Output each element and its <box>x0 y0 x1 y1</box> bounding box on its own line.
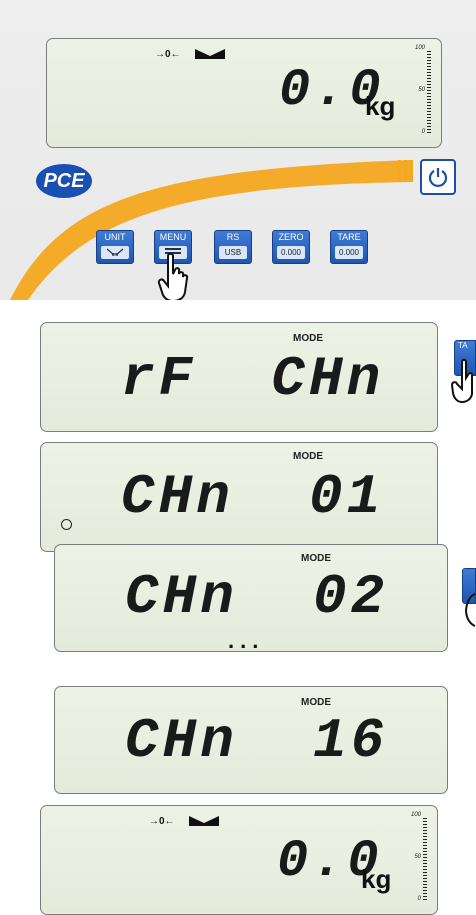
power-button[interactable] <box>420 159 456 195</box>
capacity-bargraph: 100 50 0 <box>401 43 441 143</box>
rs-usb-key[interactable]: RS USB <box>214 230 252 264</box>
zero-indicator: →0← <box>149 816 175 827</box>
weight-display: →0← 0.0 kg 100 50 0 <box>46 38 442 148</box>
mode-screen-rf-chn: MODE rF CHn <box>40 322 438 432</box>
mode-reading: CHn 01 <box>121 465 385 529</box>
unit-label: kg <box>361 864 392 894</box>
unit-arrows-icon <box>106 248 124 256</box>
ellipsis: ... <box>228 628 265 653</box>
stable-indicator-icon <box>189 816 219 826</box>
capacity-bargraph: 100 50 0 <box>397 810 437 910</box>
zero-indicator: →0← <box>155 49 181 60</box>
mode-reading: CHn 02 <box>125 565 389 629</box>
mode-screen-chn-01: MODE CHn 01 <box>40 442 438 552</box>
zero-key[interactable]: ZERO 0.000 <box>272 230 310 264</box>
pointing-hand-icon-side-2 <box>464 593 476 627</box>
mode-reading: rF CHn <box>121 347 385 411</box>
mode-screen-chn-16: MODE CHn 16 <box>54 686 448 794</box>
mode-label: MODE <box>293 451 323 462</box>
weight-display-bottom: →0← 0.0 kg 100 50 0 <box>40 805 438 915</box>
power-icon <box>428 168 448 188</box>
pointing-hand-icon-side <box>450 358 474 404</box>
scale-control-panel: →0← 0.0 kg 100 50 0 PCE UNIT MENU RS USB… <box>0 0 476 300</box>
stable-indicator-icon <box>195 49 225 59</box>
unit-key[interactable]: UNIT <box>96 230 134 264</box>
pce-logo: PCE <box>36 164 92 198</box>
mode-label: MODE <box>301 553 331 564</box>
mode-label: MODE <box>293 333 323 344</box>
mode-label: MODE <box>301 697 331 708</box>
channel-indicator-icon <box>61 519 72 530</box>
tare-key[interactable]: TARE 0.000 <box>330 230 368 264</box>
mode-reading: CHn 16 <box>125 709 389 773</box>
pointing-hand-icon <box>157 252 189 300</box>
unit-label: kg <box>365 91 396 121</box>
